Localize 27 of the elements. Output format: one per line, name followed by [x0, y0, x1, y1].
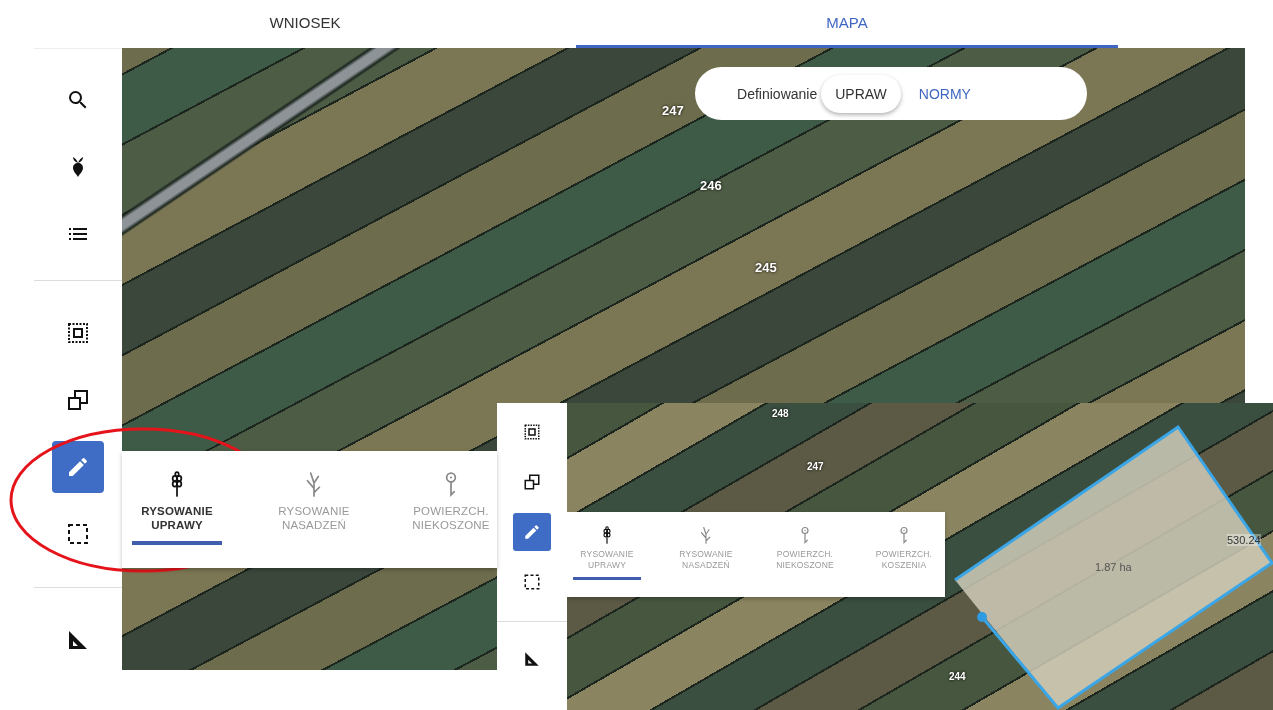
vertex-handle[interactable] — [977, 612, 987, 622]
dashed-rectangle-icon — [66, 522, 90, 546]
dotted-square-icon — [66, 321, 90, 345]
parcel-number: 246 — [700, 178, 722, 193]
tab[interactable]: WNIOSEK — [34, 0, 576, 48]
drawing-mode-tab[interactable]: RYSOWANIE UPRAWY — [573, 512, 641, 580]
drawing-mode-tab[interactable]: RYSOWANIE NASADZEŃ — [672, 512, 740, 580]
pencil-icon — [66, 455, 90, 479]
drawing-mode-tab[interactable]: RYSOWANIE NASADZEŃ — [269, 451, 359, 545]
drawing-mode-tab[interactable]: POWIERZCH. KOSZENIA — [870, 512, 938, 580]
mode-option[interactable]: UPRAW — [821, 74, 901, 113]
copy-icon — [66, 388, 90, 412]
drawing-mode-tab[interactable]: POWIERZCH. NIEKOSZONE — [771, 512, 839, 580]
drawing-mode-tab[interactable]: POWIERZCH. NIEKOSZONE — [406, 451, 496, 545]
parcel-number: 245 — [755, 260, 777, 275]
dashed-rectangle-icon — [523, 573, 541, 591]
mode-label: Definiowanie — [737, 85, 818, 102]
parcel-number: 247 — [662, 103, 684, 118]
parcel-number: 248 — [772, 408, 789, 419]
parcel-number: 244 — [949, 671, 966, 682]
mode-option[interactable]: NORMY — [904, 74, 985, 113]
area-measure: 1.87 ha — [1095, 561, 1132, 573]
edge-length: 530.24 — [1227, 534, 1261, 546]
pencil-icon — [523, 523, 541, 541]
parcel-number: 247 — [807, 461, 824, 472]
copy-icon — [523, 473, 541, 491]
dotted-square-icon — [523, 423, 541, 441]
